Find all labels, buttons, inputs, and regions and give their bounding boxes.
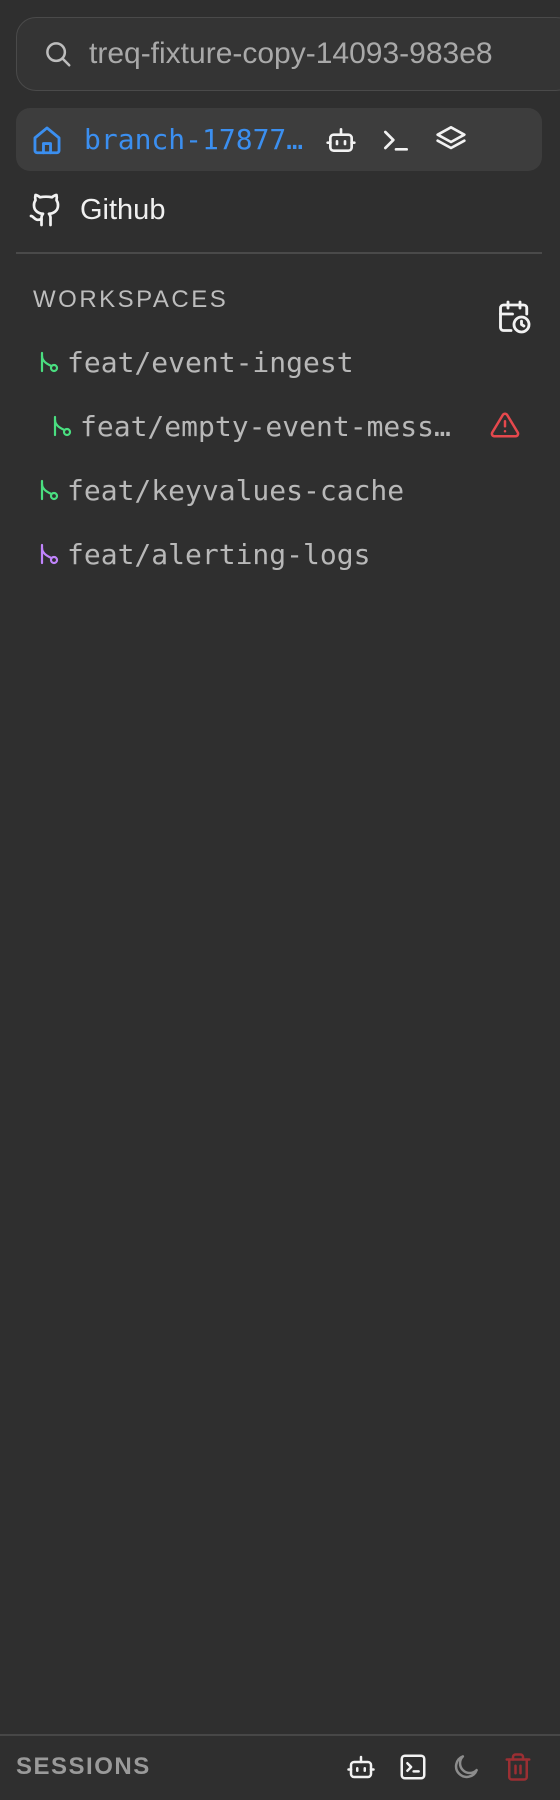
- new-agent-session-button[interactable]: [346, 1752, 378, 1784]
- home-icon[interactable]: [30, 123, 64, 157]
- layers-icon: [435, 124, 467, 156]
- workspace-label: feat/event-ingest: [67, 345, 354, 379]
- workspace-label: feat/empty-event-mess…: [80, 409, 451, 443]
- terminal-icon: [398, 1752, 428, 1784]
- git-branch-icon: [36, 478, 60, 502]
- workspace-item[interactable]: feat/empty-event-mess…: [49, 404, 469, 448]
- workspace-label: feat/alerting-logs: [67, 537, 371, 571]
- delete-sessions-button[interactable]: [503, 1752, 535, 1784]
- search-icon: [43, 39, 73, 69]
- terminal-button[interactable]: [376, 120, 416, 160]
- workspace-item[interactable]: feat/alerting-logs: [36, 532, 370, 576]
- github-label: Github: [80, 193, 166, 226]
- search-input[interactable]: [89, 24, 560, 84]
- search-box[interactable]: [16, 17, 560, 91]
- footer-divider: [0, 1734, 560, 1736]
- workspace-label: feat/keyvalues-cache: [67, 473, 405, 507]
- git-branch-icon: [36, 350, 60, 374]
- sessions-header: SESSIONS: [16, 1753, 151, 1780]
- agent-button[interactable]: [321, 120, 361, 160]
- trash-icon: [503, 1752, 533, 1784]
- git-branch-icon: [49, 414, 73, 438]
- warning-triangle-icon: [490, 410, 520, 440]
- workspace-item[interactable]: feat/keyvalues-cache: [36, 468, 404, 512]
- section-divider: [16, 252, 542, 254]
- calendar-clock-icon[interactable]: [496, 299, 532, 335]
- moon-icon: [451, 1752, 481, 1784]
- git-branch-icon: [36, 542, 60, 566]
- current-branch-bar: branch-1787756…: [16, 108, 542, 171]
- layers-button[interactable]: [431, 120, 471, 160]
- branch-name[interactable]: branch-1787756…: [84, 123, 306, 156]
- sidebar-panel: branch-1787756…: [0, 0, 560, 1800]
- new-terminal-session-button[interactable]: [398, 1752, 430, 1784]
- robot-icon: [346, 1752, 376, 1784]
- robot-icon: [325, 124, 357, 156]
- github-link[interactable]: Github: [28, 186, 165, 234]
- workspaces-header: WORKSPACES: [33, 286, 229, 313]
- theme-toggle-button[interactable]: [451, 1752, 483, 1784]
- github-icon: [28, 192, 64, 228]
- workspace-item[interactable]: feat/event-ingest: [36, 340, 354, 384]
- terminal-icon: [380, 124, 412, 156]
